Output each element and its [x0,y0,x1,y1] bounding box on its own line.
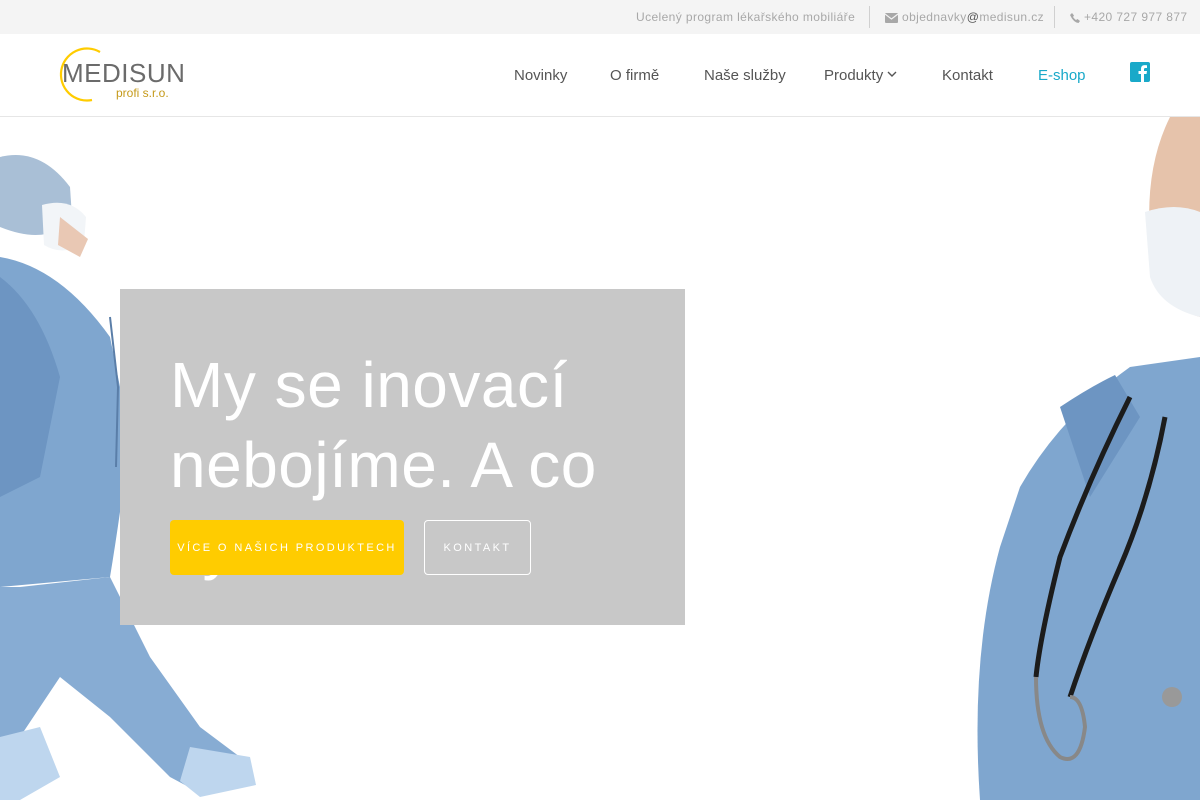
email-link[interactable]: objednavky@medisun.cz [885,0,1044,34]
nav-produkty-label: Produkty [824,67,884,84]
products-button[interactable]: VÍCE O NAŠICH PRODUKTECH [170,520,404,575]
nav-e-shop[interactable]: E-shop [1038,34,1086,117]
nav-kontakt[interactable]: Kontakt [942,34,993,117]
hero-section: My se inovací nebojíme. A co vy? VÍCE O … [0,117,1200,800]
chevron-down-icon [887,71,897,78]
doctor-illustration [977,117,1200,800]
divider [869,6,870,28]
email-domain: medisun.cz [979,10,1045,24]
facebook-icon[interactable] [1130,62,1150,82]
tagline: Ucelený program lékařského mobiliáře [636,10,856,24]
nav-nase-sluzby[interactable]: Naše služby [704,34,786,117]
phone-number: +420 727 977 877 [1084,10,1188,24]
contact-button[interactable]: KONTAKT [424,520,531,575]
site-header: MEDISUN profi s.r.o. Novinky O firmě Naš… [0,34,1200,117]
logo-sub: profi s.r.o. [116,86,169,100]
nav-produkty[interactable]: Produkty [824,34,897,117]
phone-link[interactable]: +420 727 977 877 [1070,0,1188,34]
email-at: @ [966,10,980,24]
phone-icon [1070,12,1080,23]
envelope-icon [885,12,898,23]
logo-brand: MEDISUN [62,58,186,88]
nav-o-firme[interactable]: O firmě [610,34,659,117]
hero-headline-line1: My se inovací [170,349,568,421]
medisun-logo[interactable]: MEDISUN profi s.r.o. [50,46,185,104]
email-user: objednavky [902,10,967,24]
top-bar: Ucelený program lékařského mobiliáře obj… [0,0,1200,34]
divider [1054,6,1055,28]
nav-novinky[interactable]: Novinky [514,34,567,117]
